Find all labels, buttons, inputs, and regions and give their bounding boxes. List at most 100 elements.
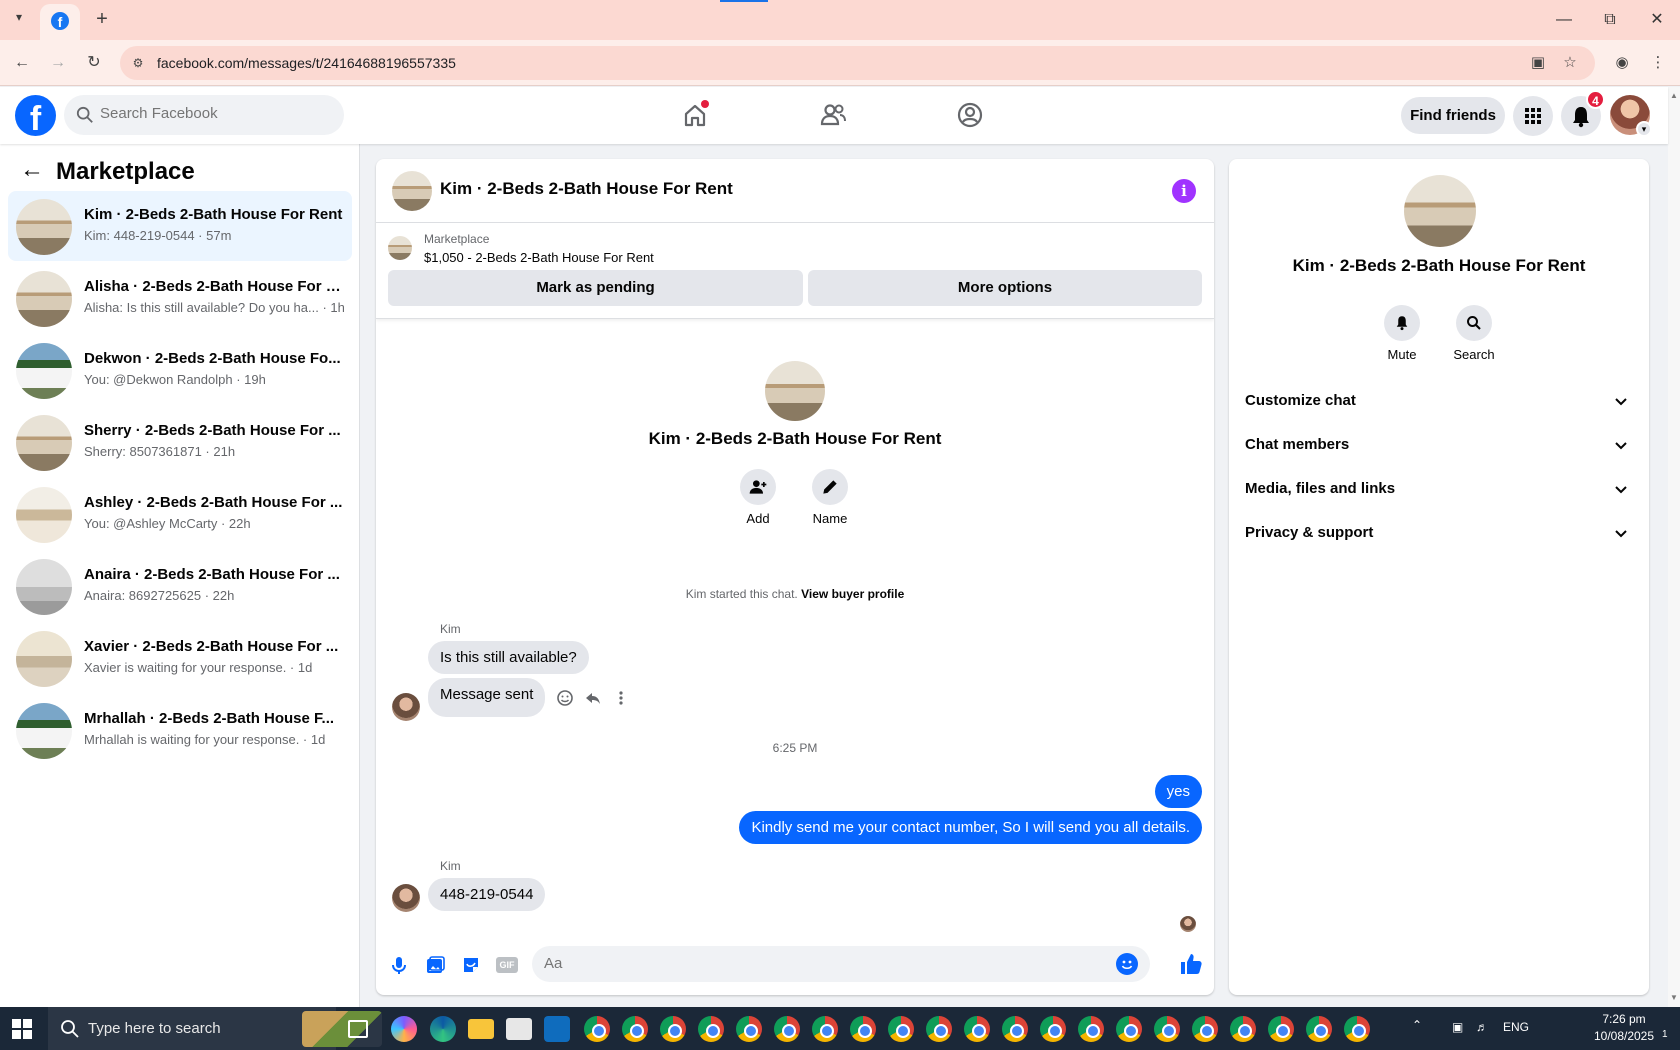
sender-avatar[interactable] — [392, 884, 420, 912]
browser-menu-icon[interactable]: ⋮ — [1647, 52, 1669, 74]
facebook-logo[interactable]: f — [15, 95, 56, 136]
tab-search-chevron-icon[interactable]: ▾ — [8, 10, 30, 30]
chat-avatar[interactable] — [392, 171, 432, 211]
chrome-icon[interactable] — [774, 1016, 800, 1042]
chrome-icon[interactable] — [1078, 1016, 1104, 1042]
site-settings-icon[interactable]: ⚙ — [130, 55, 146, 71]
chrome-icon[interactable] — [584, 1016, 610, 1042]
incoming-message[interactable]: Is this still available? — [428, 641, 589, 674]
edit-name-button[interactable]: Name — [800, 469, 860, 526]
outlook-icon[interactable] — [544, 1016, 570, 1042]
copilot-icon[interactable] — [391, 1016, 417, 1042]
install-app-icon[interactable]: ▣ — [1528, 53, 1548, 73]
chat-title[interactable]: Kim · 2-Beds 2-Bath House For Rent — [440, 179, 733, 199]
browser-tab-facebook[interactable]: f — [40, 4, 80, 40]
forward-icon[interactable]: → — [46, 51, 70, 75]
listing-price[interactable]: $1,050 - 2-Beds 2-Bath House For Rent — [424, 250, 654, 265]
more-vertical-icon[interactable] — [612, 689, 630, 707]
view-buyer-profile-link[interactable]: View buyer profile — [801, 587, 904, 601]
chrome-icon[interactable] — [736, 1016, 762, 1042]
emoji-icon[interactable] — [1116, 953, 1138, 975]
bookmark-star-icon[interactable]: ☆ — [1560, 53, 1580, 73]
outgoing-message[interactable]: yes — [1154, 775, 1202, 808]
nav-profile[interactable] — [950, 95, 990, 135]
find-friends-button[interactable]: Find friends — [1401, 97, 1505, 134]
back-arrow-icon[interactable]: ← — [20, 158, 44, 182]
nav-home[interactable] — [675, 95, 715, 135]
conversation-item[interactable]: Mrhallah · 2-Beds 2-Bath House F... Mrha… — [8, 695, 352, 765]
chrome-icon[interactable] — [1154, 1016, 1180, 1042]
sender-avatar[interactable] — [392, 693, 420, 721]
chrome-icon[interactable] — [964, 1016, 990, 1042]
listing-thumbnail[interactable] — [388, 236, 412, 260]
info-avatar[interactable] — [1404, 175, 1476, 247]
mute-button[interactable]: Mute — [1372, 305, 1432, 362]
conversation-item[interactable]: Xavier · 2-Beds 2-Bath House For ... Xav… — [8, 623, 352, 693]
add-person-button[interactable]: Add — [728, 469, 788, 526]
chrome-icon[interactable] — [660, 1016, 686, 1042]
scroll-up-icon[interactable]: ▲ — [1670, 91, 1678, 100]
chrome-icon[interactable] — [1344, 1016, 1370, 1042]
network-icon[interactable]: ▣ — [1452, 1020, 1463, 1034]
chrome-icon[interactable] — [622, 1016, 648, 1042]
scroll-down-icon[interactable]: ▼ — [1670, 993, 1678, 1002]
thumbs-up-icon[interactable] — [1178, 951, 1204, 977]
photo-icon[interactable] — [424, 954, 446, 976]
conversation-item[interactable]: Ashley · 2-Beds 2-Bath House For ... You… — [8, 479, 352, 549]
new-tab-button[interactable]: + — [90, 8, 114, 32]
section-media-files-links[interactable]: Media, files and links — [1237, 469, 1641, 509]
url-text[interactable]: facebook.com/messages/t/2416468819655733… — [157, 55, 456, 71]
microphone-icon[interactable] — [388, 954, 410, 976]
chrome-icon[interactable] — [812, 1016, 838, 1042]
message-input-wrapper[interactable] — [532, 946, 1150, 982]
outgoing-message[interactable]: Kindly send me your contact number, So I… — [739, 811, 1202, 844]
info-icon[interactable]: i — [1172, 179, 1196, 203]
tray-overflow-chevron-icon[interactable]: ⌃ — [1412, 1018, 1422, 1032]
task-view-icon[interactable] — [348, 1020, 368, 1038]
taskbar-clock[interactable]: 7:26 pm 10/08/2025 — [1588, 1011, 1660, 1045]
notifications-button[interactable]: 4 — [1561, 90, 1605, 136]
react-smiley-icon[interactable] — [556, 689, 574, 707]
section-chat-members[interactable]: Chat members — [1237, 425, 1641, 465]
chrome-icon[interactable] — [1116, 1016, 1142, 1042]
nav-friends[interactable] — [813, 95, 853, 135]
store-icon[interactable] — [506, 1018, 532, 1040]
address-bar[interactable]: ⚙ facebook.com/messages/t/24164688196557… — [120, 46, 1595, 80]
conversation-item[interactable]: Sherry · 2-Beds 2-Bath House For ... She… — [8, 407, 352, 477]
taskbar-search[interactable]: Type here to search — [48, 1007, 382, 1050]
search-bar[interactable] — [64, 95, 344, 135]
volume-icon[interactable]: ♬ — [1476, 1020, 1488, 1034]
chrome-icon[interactable] — [1230, 1016, 1256, 1042]
minimize-window-icon[interactable]: — — [1552, 8, 1576, 32]
language-indicator[interactable]: ENG — [1503, 1020, 1529, 1034]
edge-icon[interactable] — [430, 1016, 456, 1042]
chrome-icon[interactable] — [1306, 1016, 1332, 1042]
restore-window-icon[interactable]: ⧉ — [1598, 8, 1622, 32]
chrome-icon[interactable] — [850, 1016, 876, 1042]
more-options-button[interactable]: More options — [808, 270, 1202, 306]
message-input[interactable] — [544, 955, 1104, 972]
conversation-item[interactable]: Alisha · 2-Beds 2-Bath House For R... Al… — [8, 263, 352, 333]
back-icon[interactable]: ← — [10, 51, 34, 75]
search-in-chat-button[interactable]: Search — [1444, 305, 1504, 362]
notification-count[interactable]: 1 — [1662, 1029, 1668, 1040]
conversation-item[interactable]: Anaira · 2-Beds 2-Bath House For ... Ana… — [8, 551, 352, 621]
chrome-icon[interactable] — [1002, 1016, 1028, 1042]
chrome-icon[interactable] — [888, 1016, 914, 1042]
chrome-icon[interactable] — [926, 1016, 952, 1042]
section-customize-chat[interactable]: Customize chat — [1237, 381, 1641, 421]
conversation-item[interactable]: Kim · 2-Beds 2-Bath House For Rent Kim: … — [8, 191, 352, 261]
menu-button[interactable] — [1513, 96, 1553, 136]
mark-as-pending-button[interactable]: Mark as pending — [388, 270, 803, 306]
browser-profile-icon[interactable]: ◉ — [1611, 52, 1633, 74]
account-avatar[interactable]: ▾ — [1610, 95, 1652, 137]
page-scrollbar[interactable]: ▲ ▼ — [1668, 87, 1680, 1007]
sticker-icon[interactable] — [460, 954, 482, 976]
chrome-icon[interactable] — [698, 1016, 724, 1042]
file-explorer-icon[interactable] — [468, 1019, 494, 1039]
conversation-item[interactable]: Dekwon · 2-Beds 2-Bath House Fo... You: … — [8, 335, 352, 405]
section-privacy-support[interactable]: Privacy & support — [1237, 513, 1641, 553]
reload-icon[interactable]: ↻ — [82, 51, 106, 75]
search-input[interactable] — [100, 105, 330, 122]
chrome-icon[interactable] — [1192, 1016, 1218, 1042]
